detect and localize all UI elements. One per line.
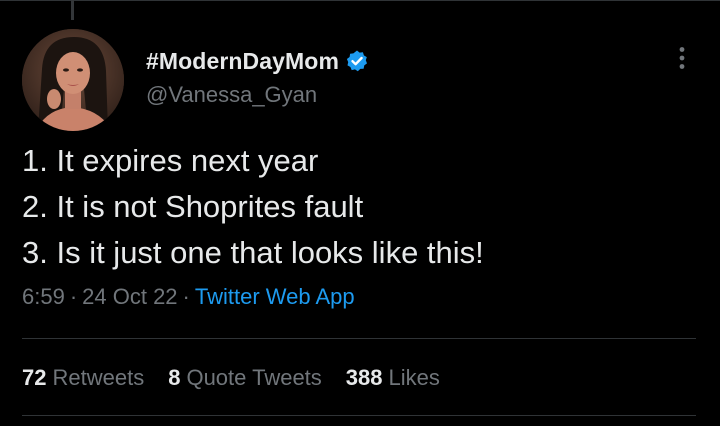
- top-border: [0, 0, 720, 1]
- tweet-line: 1. It expires next year: [22, 143, 319, 178]
- likes-count: 388: [345, 365, 383, 390]
- display-name[interactable]: #ModernDayMom: [146, 48, 339, 75]
- tweet-stats: 72 Retweets 8 Quote Tweets 388 Likes: [22, 365, 464, 391]
- retweets-count: 72: [22, 365, 47, 390]
- tweet-meta: 6:59 · 24 Oct 22 · Twitter Web App: [22, 284, 355, 310]
- user-handle[interactable]: @Vanessa_Gyan: [146, 82, 369, 108]
- divider: [22, 415, 696, 416]
- tweet-source-link[interactable]: Twitter Web App: [195, 284, 355, 309]
- tweet-time[interactable]: 6:59: [22, 284, 65, 309]
- tweet-line: 2. It is not Shoprites fault: [22, 189, 364, 224]
- tweet-text: 1. It expires next year 2. It is not Sho…: [22, 138, 484, 276]
- quote-tweets-label: Quote Tweets: [186, 365, 322, 390]
- divider: [22, 338, 696, 339]
- retweets-stat[interactable]: 72 Retweets: [22, 365, 144, 391]
- likes-label: Likes: [388, 365, 440, 390]
- meta-separator: ·: [69, 284, 78, 309]
- more-options-icon[interactable]: [668, 44, 696, 72]
- author-block: #ModernDayMom @Vanessa_Gyan: [146, 44, 369, 108]
- retweets-label: Retweets: [52, 365, 145, 390]
- quote-tweets-count: 8: [168, 365, 181, 390]
- quote-tweets-stat[interactable]: 8 Quote Tweets: [168, 365, 322, 391]
- tweet-line: 3. Is it just one that looks like this!: [22, 235, 484, 270]
- verified-badge-icon: [345, 49, 369, 73]
- display-name-row: #ModernDayMom: [146, 44, 369, 78]
- likes-stat[interactable]: 388 Likes: [346, 365, 440, 391]
- tweet-date[interactable]: 24 Oct 22: [82, 284, 177, 309]
- meta-separator: ·: [182, 284, 190, 309]
- avatar[interactable]: [22, 29, 124, 131]
- thread-line: [71, 0, 74, 20]
